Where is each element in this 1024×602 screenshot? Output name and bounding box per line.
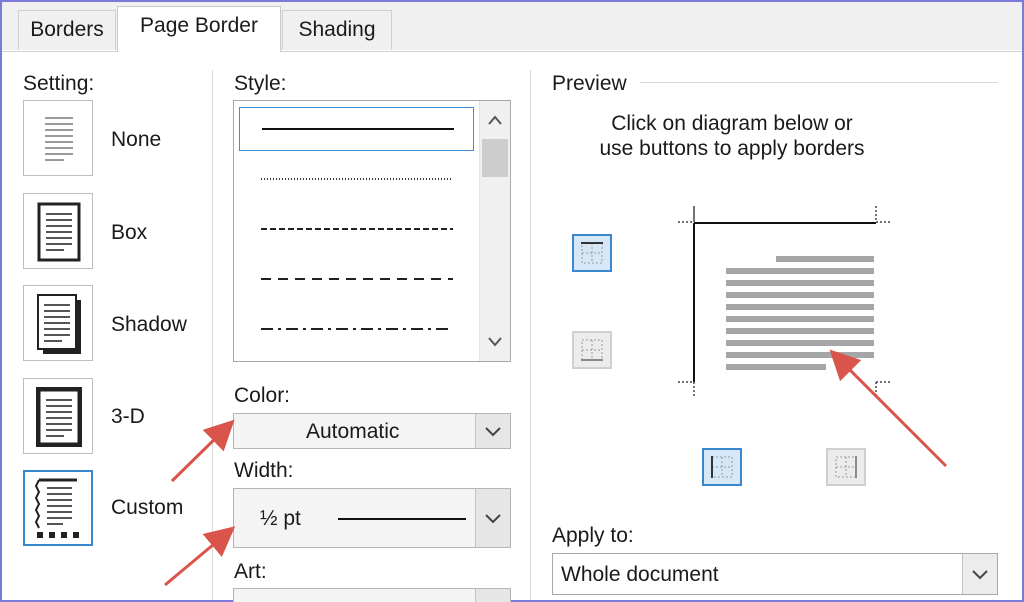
style-item-dash-dot[interactable] — [239, 307, 474, 351]
width-value: ½ pt — [260, 507, 301, 530]
apply-to-dropdown[interactable]: Whole document — [552, 553, 998, 595]
color-dropdown-button[interactable] — [475, 414, 510, 448]
setting-custom-tile[interactable] — [23, 470, 93, 546]
bottom-border-button[interactable] — [572, 331, 612, 369]
color-dropdown[interactable]: Automatic — [233, 413, 511, 449]
preview-label: Preview — [552, 72, 627, 95]
apply-to-label: Apply to: — [552, 524, 634, 547]
art-dropdown[interactable] — [233, 588, 511, 602]
width-dropdown[interactable]: ½ pt — [233, 488, 511, 548]
left-border-button[interactable] — [702, 448, 742, 486]
setting-none-label[interactable]: None — [111, 128, 161, 152]
page-none-icon — [45, 117, 73, 161]
color-value: Automatic — [306, 420, 400, 443]
tab-shading[interactable]: Shading — [282, 10, 392, 50]
tab-borders[interactable]: Borders — [18, 10, 116, 50]
art-label: Art: — [234, 560, 267, 583]
page-box-icon — [37, 202, 81, 262]
style-scrollbar[interactable] — [479, 101, 510, 361]
tab-page-border[interactable]: Page Border — [117, 6, 281, 52]
page-custom-icon — [34, 478, 79, 538]
page-shadow-icon — [37, 294, 81, 354]
preview-rule — [640, 82, 998, 83]
setting-box-tile[interactable] — [23, 193, 93, 269]
chevron-up-icon[interactable] — [480, 105, 510, 135]
color-label: Color: — [234, 384, 291, 407]
border-bottom-icon — [581, 339, 603, 361]
border-right-icon — [835, 456, 857, 478]
style-item-solid[interactable] — [239, 107, 474, 151]
setting-box-label[interactable]: Box — [111, 221, 147, 245]
style-item-dashed[interactable] — [239, 257, 474, 301]
width-dropdown-button[interactable] — [475, 489, 510, 547]
setting-custom-label[interactable]: Custom — [111, 496, 183, 520]
style-list[interactable] — [233, 100, 511, 362]
border-left-icon — [711, 456, 733, 478]
chevron-down-icon[interactable] — [480, 327, 510, 357]
chevron-down-icon — [485, 514, 501, 524]
style-label: Style: — [234, 72, 287, 95]
setting-shadow-tile[interactable] — [23, 285, 93, 361]
column-separator-left — [212, 70, 213, 600]
border-top-icon — [581, 242, 603, 264]
preview-diagram[interactable] — [670, 198, 902, 410]
page-3d-icon — [36, 387, 82, 447]
preview-instruction-line2: use buttons to apply borders — [599, 137, 865, 160]
style-scroll-thumb[interactable] — [482, 139, 508, 177]
right-border-button[interactable] — [826, 448, 866, 486]
setting-shadow-label[interactable]: Shadow — [111, 313, 187, 337]
setting-none-tile[interactable] — [23, 100, 93, 176]
top-border-button[interactable] — [572, 234, 612, 272]
width-line-sample — [338, 518, 466, 520]
art-dropdown-button[interactable] — [475, 589, 510, 602]
column-separator-right — [530, 70, 531, 600]
apply-to-value: Whole document — [561, 563, 719, 586]
setting-label: Setting: — [23, 72, 95, 95]
chevron-down-icon — [972, 570, 988, 580]
width-label: Width: — [234, 459, 294, 482]
style-item-dotted[interactable] — [239, 157, 474, 201]
style-item-dashed-fine[interactable] — [239, 207, 474, 251]
chevron-down-icon — [485, 427, 501, 437]
preview-instruction-line1: Click on diagram below or — [611, 112, 853, 135]
setting-3d-tile[interactable] — [23, 378, 93, 454]
apply-to-dropdown-button[interactable] — [962, 554, 997, 594]
setting-3d-label[interactable]: 3-D — [111, 405, 145, 429]
